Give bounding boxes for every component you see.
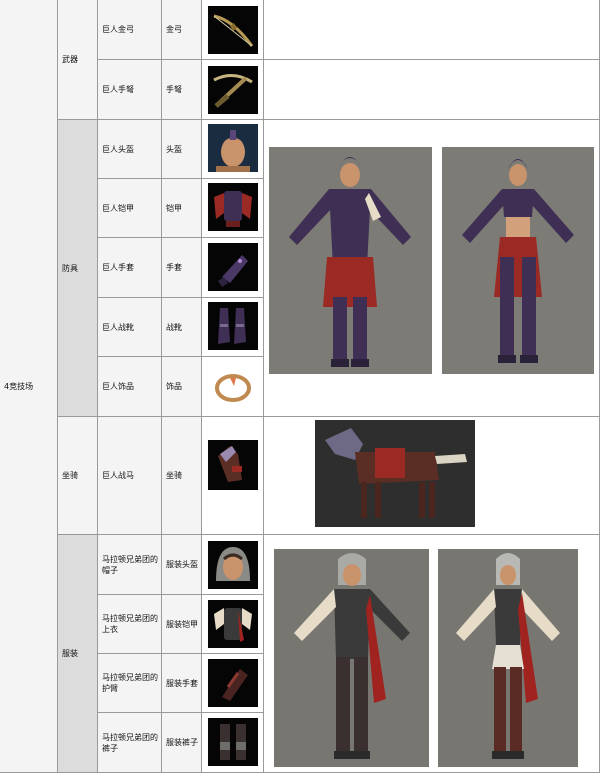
item-type: 战靴 [162,298,202,357]
pants-icon [208,718,258,766]
gauntlet-icon [208,243,258,291]
item-name: 巨人金弓 [98,0,162,60]
helmet-icon [208,124,258,172]
item-type: 手套 [162,238,202,298]
armor-set-female-render [442,147,594,374]
armor-icon [208,183,258,231]
item-name: 巨人饰品 [98,357,162,417]
item-name: 巨人手套 [98,238,162,298]
item-type: 服装头盔 [162,535,202,595]
category-outfit: 服装 [58,535,98,773]
item-name: 巨人战靴 [98,298,162,357]
boots-icon [208,302,258,350]
group-cell: 4竞技场 [0,0,58,773]
item-type: 金弓 [162,0,202,60]
ring-icon [208,362,258,410]
category-mount: 坐骑 [58,417,98,535]
item-name: 巨人铠甲 [98,179,162,238]
mount-horse-render [315,420,475,527]
item-type: 手弩 [162,60,202,120]
item-type: 服装铠甲 [162,595,202,654]
outfit-set-female-render [438,549,578,767]
item-name: 巨人战马 [98,417,162,535]
equipment-table: 4竞技场 武器 防具 坐骑 服装 巨人金弓 巨人手弩 巨人头盔 巨人铠甲 巨人手… [0,0,600,773]
item-name: 马拉顿兄弟团的护臂 [98,654,162,713]
item-type: 服装裤子 [162,713,202,773]
item-name: 巨人头盔 [98,120,162,179]
item-type: 坐骑 [162,417,202,535]
item-name: 巨人手弩 [98,60,162,120]
item-name: 马拉顿兄弟团的裤子 [98,713,162,773]
outfit-set-male-render [274,549,429,767]
tunic-icon [208,600,258,648]
hood-icon [208,541,258,589]
bracer-icon [208,659,258,707]
item-name: 马拉顿兄弟团的上衣 [98,595,162,654]
crossbow-icon [208,66,258,114]
item-name: 马拉顿兄弟团的帽子 [98,535,162,595]
category-armor: 防具 [58,120,98,417]
armor-set-male-render [269,147,432,374]
group-label: 4竞技场 [4,381,34,391]
item-type: 铠甲 [162,179,202,238]
horse-icon [208,440,258,490]
item-type: 头盔 [162,120,202,179]
bow-icon [208,6,258,54]
category-weapon: 武器 [58,0,98,120]
item-type: 饰品 [162,357,202,417]
item-type: 服装手套 [162,654,202,713]
